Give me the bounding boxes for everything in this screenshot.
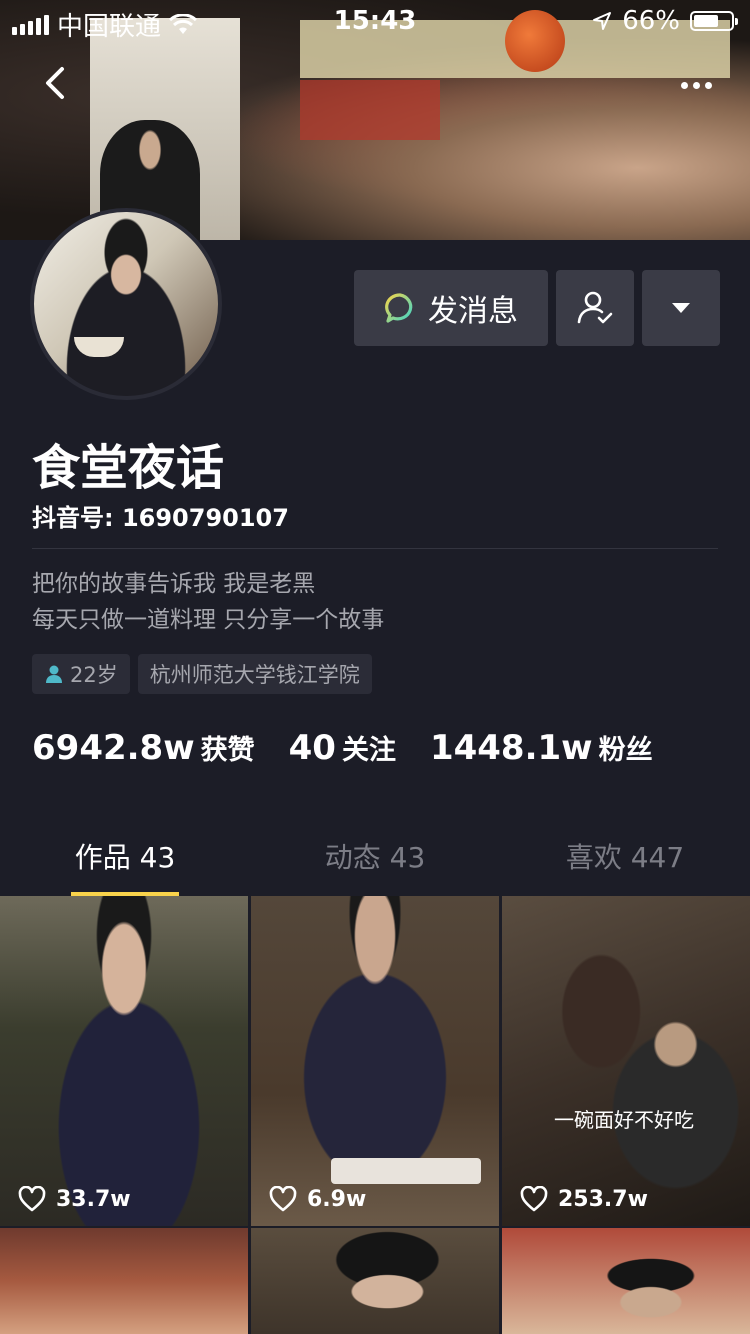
bio-line: 把你的故事告诉我 我是老黑 xyxy=(32,571,316,597)
dropdown-button[interactable] xyxy=(642,270,720,346)
video-thumbnail[interactable] xyxy=(0,1228,248,1334)
tab-likes[interactable]: 喜欢 447 xyxy=(500,836,750,896)
video-likes-count: 6.9w xyxy=(307,1186,367,1212)
video-caption: 一碗面好不好吃 xyxy=(554,1108,694,1132)
followers-stat[interactable]: 1448.1w 粉丝 xyxy=(430,728,653,768)
age-tag: 22岁 xyxy=(32,654,130,694)
battery-percent: 66% xyxy=(622,6,680,36)
more-dot-icon xyxy=(680,81,688,89)
chevron-left-icon xyxy=(46,67,64,99)
banner-red-sign xyxy=(300,80,440,140)
thumbnail-plate xyxy=(331,1158,481,1184)
avatar-bowl xyxy=(74,337,124,357)
status-bar: 中国联通 15:43 66% xyxy=(0,0,750,42)
likes-count: 6942.8w xyxy=(32,728,195,768)
likes-label: 获赞 xyxy=(200,735,255,766)
school-tag[interactable]: 杭州师范大学钱江学院 xyxy=(137,654,372,694)
following-label: 关注 xyxy=(341,735,396,766)
school-tag-label: 杭州师范大学钱江学院 xyxy=(149,663,360,687)
profile-name: 食堂夜话 xyxy=(32,440,225,496)
video-thumbnail[interactable]: 一碗面好不好吃 253.7w xyxy=(502,896,750,1226)
video-thumbnail[interactable]: 33.7w xyxy=(0,896,248,1226)
divider xyxy=(32,548,718,549)
tab-updates-label: 动态 43 xyxy=(324,841,426,874)
caret-down-icon xyxy=(672,303,690,313)
bio-line: 每天只做一道料理 只分享一个故事 xyxy=(32,607,385,633)
video-grid: 33.7w 6.9w 一碗面好不好吃 253.7w xyxy=(0,896,750,1334)
tab-likes-label: 喜欢 447 xyxy=(565,841,685,874)
user-check-icon xyxy=(577,291,613,324)
location-icon xyxy=(593,12,612,30)
person-icon xyxy=(46,665,62,683)
video-thumbnail[interactable] xyxy=(502,1228,750,1334)
following-stat[interactable]: 40 关注 xyxy=(289,728,396,768)
more-dot-icon xyxy=(704,81,712,89)
send-message-button[interactable]: 发消息 xyxy=(354,270,548,346)
back-button[interactable] xyxy=(30,55,78,111)
video-likes-count: 33.7w xyxy=(56,1186,131,1212)
tab-works-label: 作品 43 xyxy=(74,841,176,874)
heart-icon xyxy=(520,1186,548,1212)
chat-bubble-icon xyxy=(385,293,413,323)
avatar[interactable] xyxy=(30,208,222,400)
video-thumbnail[interactable]: 6.9w xyxy=(251,896,499,1226)
heart-icon xyxy=(269,1186,297,1212)
followers-label: 粉丝 xyxy=(598,735,653,766)
video-likes: 253.7w xyxy=(520,1186,648,1212)
more-dot-icon xyxy=(692,81,700,89)
video-likes: 6.9w xyxy=(269,1186,366,1212)
following-button[interactable] xyxy=(556,270,634,346)
likes-stat: 6942.8w 获赞 xyxy=(32,728,255,768)
age-tag-label: 22岁 xyxy=(70,663,118,687)
video-likes-count: 253.7w xyxy=(558,1186,648,1212)
content-tabs: 作品 43 动态 43 喜欢 447 xyxy=(0,836,750,896)
following-count: 40 xyxy=(288,728,336,768)
tab-works[interactable]: 作品 43 xyxy=(0,836,250,896)
heart-icon xyxy=(18,1186,46,1212)
profile-stats: 6942.8w 获赞 40 关注 1448.1w 粉丝 xyxy=(32,728,653,768)
douyin-id: 抖音号: 1690790107 xyxy=(32,504,289,532)
more-button[interactable] xyxy=(672,70,720,100)
profile-bio: 把你的故事告诉我 我是老黑 每天只做一道料理 只分享一个故事 xyxy=(32,566,384,638)
profile-tags: 22岁 杭州师范大学钱江学院 xyxy=(32,654,372,694)
video-likes: 33.7w xyxy=(18,1186,131,1212)
send-message-label: 发消息 xyxy=(428,294,518,329)
video-thumbnail[interactable] xyxy=(251,1228,499,1334)
battery-icon xyxy=(690,11,738,31)
followers-count: 1448.1w xyxy=(429,728,593,768)
tab-updates[interactable]: 动态 43 xyxy=(250,836,500,896)
